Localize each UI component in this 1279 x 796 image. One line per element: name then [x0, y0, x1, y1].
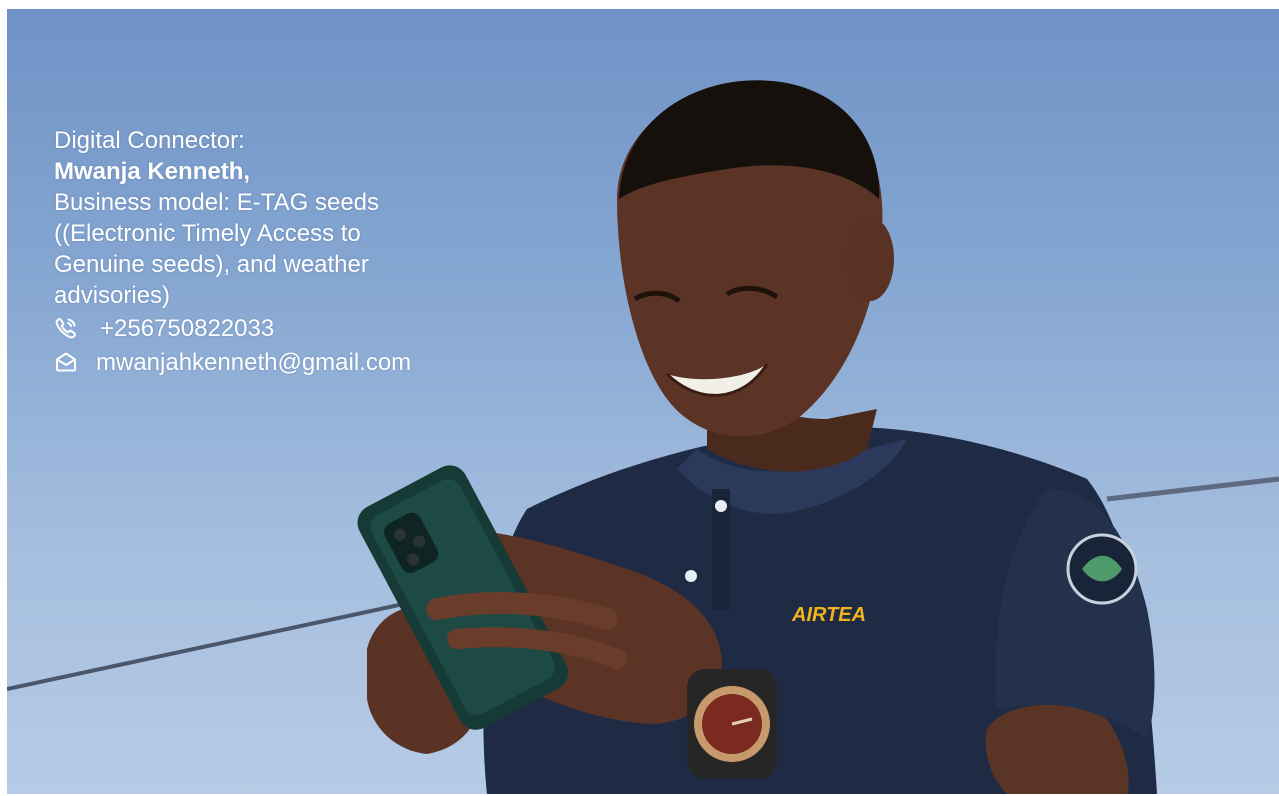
envelope-icon — [54, 350, 82, 374]
business-model-line: ((Electronic Timely Access to — [54, 220, 361, 247]
business-model-line: advisories) — [54, 282, 171, 309]
phone-number[interactable]: +256750822033 — [100, 313, 274, 344]
person-name: Mwanja Kenneth, — [54, 158, 251, 185]
phone-contact[interactable]: +256750822033 — [54, 311, 484, 345]
role-label: Digital Connector: — [54, 127, 245, 154]
business-model-line: Business model: E-TAG seeds — [54, 189, 380, 216]
phone-icon — [54, 316, 82, 340]
shirt-button — [715, 500, 727, 512]
email-contact[interactable]: mwanjahkenneth@gmail.com — [54, 345, 484, 379]
business-model-line: Genuine seeds), and weather — [54, 251, 369, 278]
shirt-button — [685, 570, 697, 582]
hero-image: AIRTEA Digital Connector: Mwanja Kenneth… — [7, 9, 1279, 794]
power-cable — [1106, 476, 1279, 502]
shirt-logo-text: AIRTEA — [791, 604, 866, 626]
power-cable — [7, 597, 428, 691]
profile-caption: Digital Connector: Mwanja Kenneth, Busin… — [54, 125, 484, 379]
email-address[interactable]: mwanjahkenneth@gmail.com — [96, 347, 411, 378]
